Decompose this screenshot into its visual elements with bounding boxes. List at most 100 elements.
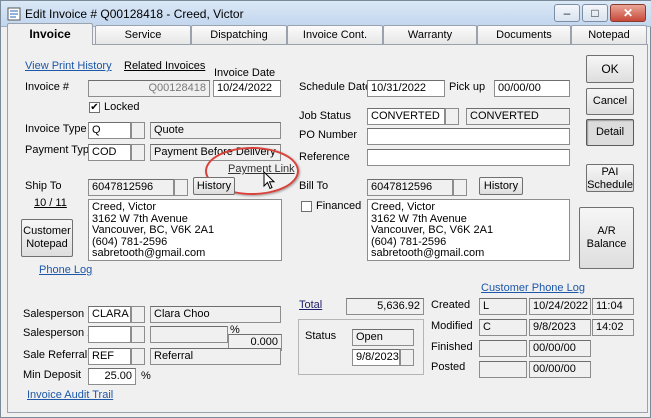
sale-referral-lookup-button[interactable] <box>131 348 145 365</box>
sale-referral-code-field[interactable]: REF <box>88 348 131 365</box>
invoice-date-label: Invoice Date <box>214 67 276 79</box>
tab-documents[interactable]: Documents <box>477 25 571 44</box>
bill-to-city: Vancouver, BC, V6K 2A1 <box>371 224 494 236</box>
ship-to-name: Creed, Victor <box>92 201 156 213</box>
tab-service[interactable]: Service <box>95 25 191 44</box>
total-link[interactable]: Total <box>299 299 322 311</box>
invoice-type-lookup-button[interactable] <box>131 122 145 139</box>
reference-label: Reference <box>299 151 350 163</box>
maximize-button[interactable]: □ <box>582 4 608 22</box>
customer-notepad-button[interactable]: Customer Notepad <box>21 219 73 257</box>
payment-link[interactable]: Payment Link <box>228 163 295 175</box>
ship-to-label: Ship To <box>25 180 62 192</box>
phone-log-link[interactable]: Phone Log <box>39 264 92 276</box>
salesperson1-label: Salesperson 1 <box>23 308 94 320</box>
posted-label: Posted <box>431 361 466 373</box>
status-date-field[interactable]: 9/8/2023 <box>352 349 400 366</box>
ship-to-phone-field: 6047812596 <box>88 179 174 196</box>
bill-to-label: Bill To <box>299 180 329 192</box>
finished-label: Finished <box>431 341 473 353</box>
invoice-type-code-field[interactable]: Q <box>88 122 131 139</box>
financed-label: Financed <box>316 200 362 212</box>
bill-to-phone-field: 6047812596 <box>367 179 453 196</box>
modified-label: Modified <box>431 320 473 332</box>
min-deposit-field[interactable]: 25.00 <box>88 368 136 385</box>
sale-referral-label: Sale Referral <box>23 349 88 361</box>
cancel-button[interactable]: Cancel <box>586 88 634 115</box>
salesperson2-lookup-button[interactable] <box>131 326 145 343</box>
pai-schedule-button[interactable]: PAI Schedule <box>586 164 634 192</box>
bill-to-lookup-button[interactable] <box>453 179 467 196</box>
bill-to-address-box[interactable]: Creed, Victor 3162 W 7th Avenue Vancouve… <box>367 199 570 261</box>
sale-referral-desc-field: Referral <box>150 348 281 365</box>
pickup-label: Pick up <box>449 81 486 93</box>
invoice-app-icon <box>7 7 21 21</box>
view-print-history-link[interactable]: View Print History <box>25 60 112 72</box>
bill-to-name: Creed, Victor <box>371 201 435 213</box>
title-bar[interactable]: Edit Invoice # Q00128418 - Creed, Victor… <box>1 1 651 27</box>
reference-field[interactable] <box>367 149 570 166</box>
job-status-lookup-button[interactable] <box>445 108 459 125</box>
ship-to-count-link[interactable]: 10 / 11 <box>34 197 67 209</box>
status-date-picker-button[interactable] <box>400 349 414 366</box>
customer-phone-log-link[interactable]: Customer Phone Log <box>481 282 585 294</box>
pickup-date-field[interactable]: 00/00/00 <box>494 80 570 97</box>
ship-to-city: Vancouver, BC, V6K 2A1 <box>92 224 215 236</box>
bill-to-history-button[interactable]: History <box>479 177 523 195</box>
job-status-label: Job Status <box>299 110 351 122</box>
invoice-date-field[interactable]: 10/24/2022 <box>213 80 281 97</box>
schedule-date-label: Schedule Date <box>299 81 372 93</box>
close-button[interactable]: ✕ <box>610 4 646 22</box>
window-title: Edit Invoice # Q00128418 - Creed, Victor <box>25 7 244 21</box>
mouse-pointer-icon <box>263 171 276 190</box>
edit-invoice-window: Edit Invoice # Q00128418 - Creed, Victor… <box>0 0 651 418</box>
modified-time-field: 14:02 <box>592 319 634 336</box>
ar-balance-button[interactable]: A/R Balance <box>579 207 634 269</box>
invoice-type-desc-field: Quote <box>150 122 281 139</box>
salesperson1-code-field[interactable]: CLARA <box>88 306 131 323</box>
schedule-date-field[interactable]: 10/31/2022 <box>367 80 445 97</box>
tab-dispatching[interactable]: Dispatching <box>191 25 287 44</box>
locked-checkbox[interactable]: ✔ <box>89 102 100 113</box>
ship-to-lookup-button[interactable] <box>174 179 188 196</box>
tab-invoice[interactable]: Invoice <box>7 23 93 45</box>
created-label: Created <box>431 299 471 311</box>
salesperson2-label: Salesperson 2 <box>23 327 94 339</box>
finished-user-field <box>479 340 527 357</box>
finished-date-field: 00/00/00 <box>529 340 591 357</box>
created-time-field: 11:04 <box>592 298 634 315</box>
invoice-type-label: Invoice Type <box>25 123 87 135</box>
salesperson1-name-field: Clara Choo <box>150 306 281 323</box>
minimize-button[interactable]: – <box>554 4 580 22</box>
payment-type-code-field[interactable]: COD <box>88 144 131 161</box>
posted-date-field: 00/00/00 <box>529 361 591 378</box>
ship-to-history-button[interactable]: History <box>193 177 235 195</box>
job-status-code-field[interactable]: CONVERTED <box>367 108 445 125</box>
ship-to-address-box[interactable]: Creed, Victor 3162 W 7th Avenue Vancouve… <box>88 199 282 261</box>
job-status-desc-field: CONVERTED <box>466 108 570 125</box>
ship-to-email: sabretooth@gmail.com <box>92 247 206 259</box>
tab-notepad[interactable]: Notepad <box>571 25 647 44</box>
posted-user-field <box>479 361 527 378</box>
po-number-label: PO Number <box>299 129 358 141</box>
ok-button[interactable]: OK <box>586 55 634 83</box>
locked-label: Locked <box>104 101 140 113</box>
invoice-audit-trail-link[interactable]: Invoice Audit Trail <box>27 389 113 401</box>
detail-button[interactable]: Detail <box>586 119 634 146</box>
tab-strip: Invoice Service Dispatching Invoice Cont… <box>7 23 647 45</box>
invoice-number-field: Q00128418 <box>88 80 210 97</box>
payment-type-lookup-button[interactable] <box>131 144 145 161</box>
salesperson2-code-field[interactable] <box>88 326 131 343</box>
created-user-field: L <box>479 298 527 315</box>
min-deposit-percent-sign: % <box>141 370 151 382</box>
payment-type-label: Payment Type <box>25 144 96 156</box>
related-invoices-link[interactable]: Related Invoices <box>124 60 205 72</box>
tab-invoice-cont[interactable]: Invoice Cont. <box>287 25 383 44</box>
tab-warranty[interactable]: Warranty <box>383 25 477 44</box>
min-deposit-label: Min Deposit <box>23 369 82 381</box>
invoice-number-label: Invoice # <box>25 81 70 93</box>
salesperson1-lookup-button[interactable] <box>131 306 145 323</box>
financed-checkbox[interactable] <box>301 201 312 212</box>
salesperson2-name-field <box>150 326 228 343</box>
po-number-field[interactable] <box>367 128 570 145</box>
